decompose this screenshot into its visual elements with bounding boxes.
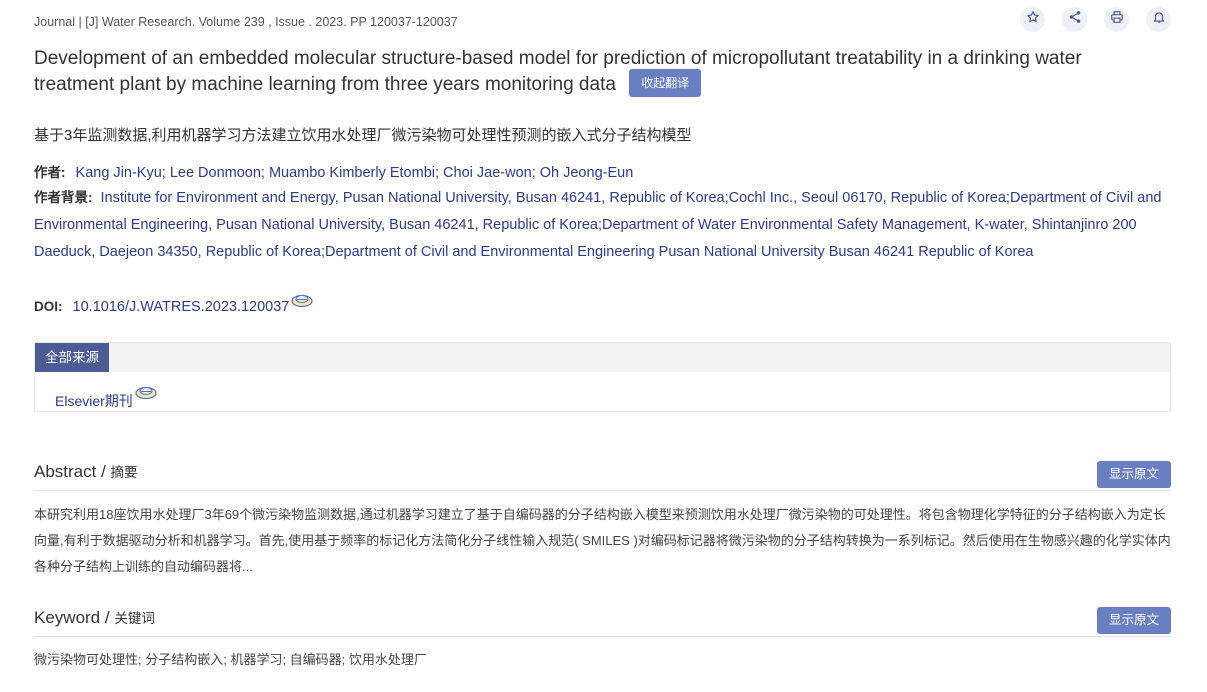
keyword-show-original-button[interactable]: 显示原文: [1096, 607, 1171, 634]
print-button[interactable]: [1104, 7, 1129, 32]
journal-info: Journal | [J] Water Research. Volume 239…: [34, 15, 458, 29]
abstract-text: 本研究利用18座饮用水处理厂3年69个微污染物监测数据,通过机器学习建立了基于自…: [34, 507, 1171, 574]
favorite-button[interactable]: [1020, 7, 1045, 32]
article-title: Development of an embedded molecular str…: [34, 46, 1154, 99]
doi-row: DOI: 10.1016/J.WATRES.2023.120037: [34, 294, 313, 319]
abstract-title-cn: 摘要: [110, 465, 138, 480]
action-bar: [1020, 7, 1171, 32]
keyword-title-cn: 关键词: [114, 611, 155, 626]
print-icon: [1110, 10, 1124, 29]
sources-panel: 全部来源 Elsevier期刊: [34, 342, 1171, 412]
external-link-icon: [135, 386, 157, 400]
affiliation-text: Institute for Environment and Energy, Pu…: [34, 190, 1162, 260]
affiliation-label: 作者背景:: [34, 190, 93, 205]
translated-title: 基于3年监测数据,利用机器学习方法建立饮用水处理厂微污染物可处理性预测的嵌入式分…: [34, 127, 692, 144]
doi-link[interactable]: 10.1016/J.WATRES.2023.120037: [73, 299, 290, 315]
abstract-title: Abstract / 摘要: [34, 461, 138, 482]
external-link-icon[interactable]: [291, 292, 313, 312]
abstract-title-en: Abstract /: [34, 462, 106, 481]
share-icon: [1068, 10, 1082, 29]
authors-list[interactable]: Kang Jin-Kyu; Lee Donmoon; Muambo Kimber…: [76, 165, 634, 181]
keyword-list: 微污染物可处理性; 分子结构嵌入; 机器学习; 自编码器; 饮用水处理厂: [34, 652, 427, 667]
abstract-header: Abstract / 摘要 显示原文: [34, 460, 1171, 491]
keyword-header: Keyword / 关键词 显示原文: [34, 606, 1171, 637]
affiliation-row: 作者背景: Institute for Environment and Energ…: [34, 184, 1171, 266]
abstract-show-original-button[interactable]: 显示原文: [1096, 461, 1171, 488]
share-button[interactable]: [1062, 7, 1087, 32]
keyword-title-en: Keyword /: [34, 608, 110, 627]
keyword-title: Keyword / 关键词: [34, 607, 155, 628]
authors-label: 作者:: [34, 165, 66, 180]
source-item-elsevier[interactable]: Elsevier期刊: [55, 386, 157, 411]
bell-icon: [1152, 10, 1166, 29]
sources-tab-bar: 全部来源: [35, 343, 1170, 372]
article-title-text: Development of an embedded molecular str…: [34, 48, 1082, 96]
subscribe-button[interactable]: [1146, 7, 1171, 32]
tab-all-sources[interactable]: 全部来源: [35, 343, 109, 372]
authors-row: 作者: Kang Jin-Kyu; Lee Donmoon; Muambo Ki…: [34, 161, 633, 181]
source-item-label[interactable]: Elsevier期刊: [55, 393, 133, 409]
star-icon: [1026, 10, 1040, 29]
collapse-translation-button[interactable]: 收起翻译: [629, 69, 702, 97]
doi-label: DOI:: [34, 299, 63, 314]
